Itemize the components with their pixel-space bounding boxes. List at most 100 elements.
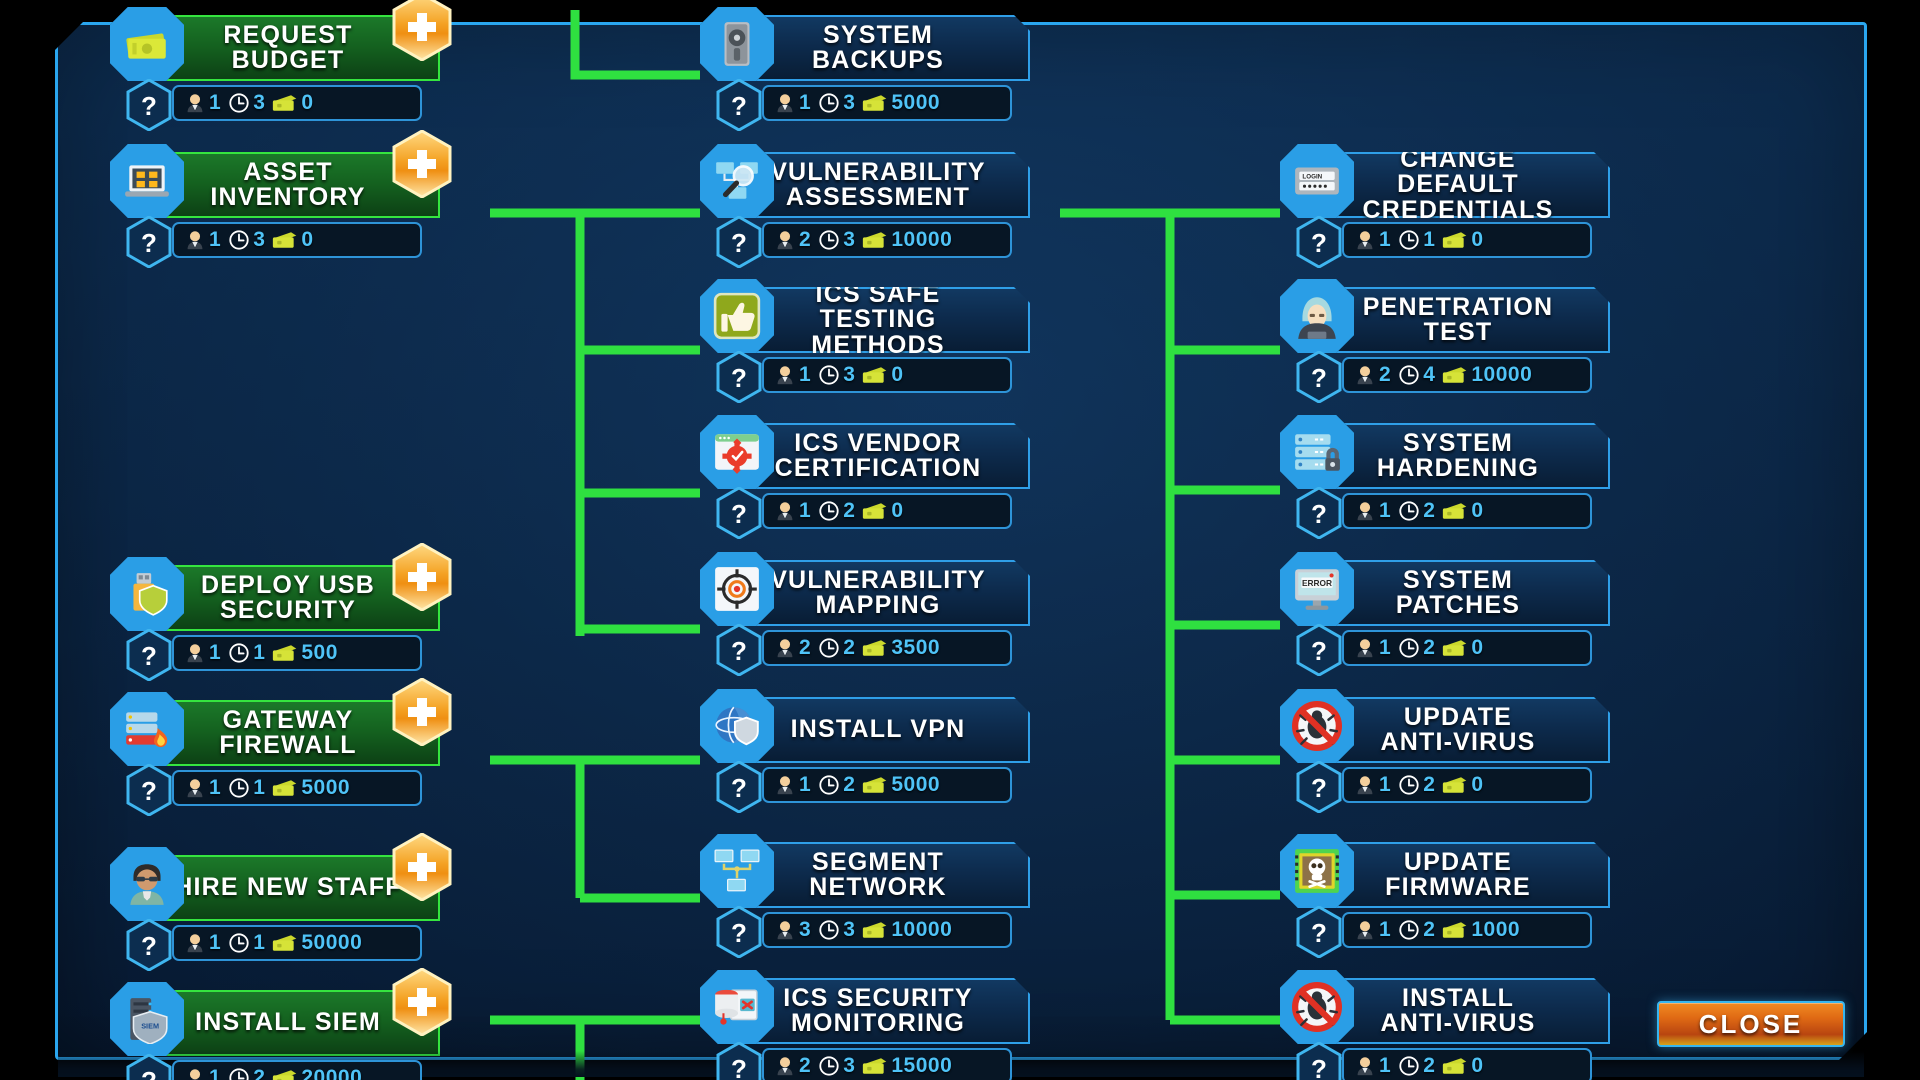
svg-text:?: ? [1311, 228, 1327, 258]
plus-hex-icon[interactable] [392, 967, 452, 1037]
question-hex-icon[interactable]: ? [1296, 623, 1342, 677]
question-hex-icon[interactable]: ? [716, 905, 762, 959]
question-hex-icon[interactable]: ? [126, 763, 172, 817]
stat-cost-value: 500 [301, 641, 338, 664]
tech-card[interactable]: SEGMENT NETWORK ? 3 3 10000 [700, 834, 1030, 959]
tech-card[interactable]: INSTALL SIEM SIEM ? 1 2 20000 [110, 967, 452, 1080]
svg-text:?: ? [731, 918, 747, 948]
question-hex-icon[interactable]: ? [716, 760, 762, 814]
tech-card[interactable]: REQUEST BUDGET ? 1 3 0 [110, 0, 452, 132]
question-hex-icon[interactable]: ? [716, 78, 762, 132]
stat-time: 2 [1398, 773, 1435, 797]
question-hex-icon[interactable]: ? [126, 628, 172, 682]
tech-card[interactable]: SYSTEM PATCHES ERROR ? 1 2 0 [1280, 552, 1610, 677]
question-hex-icon[interactable]: ? [1296, 760, 1342, 814]
question-hex-icon[interactable]: ? [1296, 486, 1342, 540]
question-hex-icon[interactable]: ? [126, 215, 172, 269]
tech-card[interactable]: ICS SECURITY MONITORING ? 2 3 15000 [700, 970, 1030, 1080]
svg-text:ERROR: ERROR [1302, 578, 1332, 588]
crosshair-target-icon [700, 552, 774, 626]
money-icon [272, 1068, 298, 1080]
stat-cost: 0 [1442, 773, 1483, 797]
question-hex-icon[interactable]: ? [716, 350, 762, 404]
tech-card-title: SYSTEM PATCHES [1395, 565, 1521, 619]
close-button[interactable]: CLOSE [1657, 1001, 1845, 1047]
tech-card[interactable]: PENETRATION TEST ? 2 4 10000 [1280, 279, 1610, 404]
tech-card[interactable]: SYSTEM BACKUPS ? 1 3 5000 [700, 7, 1030, 132]
tech-card[interactable]: ICS SAFE TESTING METHODS ? 1 3 0 [700, 279, 1030, 404]
plus-hex-icon[interactable] [392, 129, 452, 199]
tech-card[interactable]: ASSET INVENTORY ? 1 3 0 [110, 129, 452, 269]
stat-time: 3 [818, 228, 855, 252]
tech-card-body[interactable]: INSTALL VPN [738, 697, 1030, 763]
tech-card-title: PENETRATION TEST [1362, 292, 1554, 346]
tech-card[interactable]: HIRE NEW STAFF ? 1 1 50000 [110, 832, 452, 972]
tech-card-body[interactable]: ICS SAFE TESTING METHODS [738, 287, 1030, 353]
question-hex-icon[interactable]: ? [126, 918, 172, 972]
tech-card-stats: 1 3 0 [172, 85, 422, 121]
question-hex-icon[interactable]: ? [1296, 1041, 1342, 1080]
person-icon [774, 92, 796, 114]
stat-time-value: 2 [843, 499, 856, 522]
stat-staff: 2 [774, 228, 811, 252]
tech-card[interactable]: INSTALL ANTI-VIRUS ? 1 2 0 [1280, 970, 1610, 1080]
tech-card-body[interactable]: VULNERABILITY MAPPING [738, 560, 1030, 626]
plus-hex-icon[interactable] [392, 677, 452, 747]
network-topology-icon [700, 834, 774, 908]
tech-card-body[interactable]: SYSTEM PATCHES [1318, 560, 1610, 626]
stat-time-value: 3 [843, 228, 856, 251]
money-icon [862, 365, 888, 385]
question-hex-icon[interactable]: ? [1296, 905, 1342, 959]
svg-text:?: ? [141, 1066, 157, 1080]
plus-hex-icon[interactable] [392, 832, 452, 902]
tech-card[interactable]: VULNERABILITY MAPPING ? 2 2 3500 [700, 552, 1030, 677]
stat-staff-value: 1 [209, 1066, 222, 1080]
stat-staff-value: 1 [1379, 228, 1392, 251]
tech-card-body[interactable]: SEGMENT NETWORK [738, 842, 1030, 908]
svg-text:?: ? [141, 931, 157, 961]
plus-hex-icon[interactable] [392, 542, 452, 612]
tech-card-body[interactable]: ICS SECURITY MONITORING [738, 978, 1030, 1044]
stat-time-value: 3 [253, 91, 266, 114]
svg-text:?: ? [731, 773, 747, 803]
tech-card[interactable]: UPDATE FIRMWARE ? 1 2 1000 [1280, 834, 1610, 959]
tech-card-body[interactable]: SYSTEM HARDENING [1318, 423, 1610, 489]
stat-cost: 0 [1442, 636, 1483, 660]
tech-card[interactable]: GATEWAY FIREWALL ? 1 1 5000 [110, 677, 452, 817]
tech-card-stats: 2 2 3500 [762, 630, 1012, 666]
question-hex-icon[interactable]: ? [716, 1041, 762, 1080]
tech-card[interactable]: CHANGE DEFAULT CREDENTIALS LOGIN ? 1 1 0 [1280, 144, 1610, 269]
money-icon [272, 778, 298, 798]
tech-card[interactable]: SYSTEM HARDENING ? 1 2 0 [1280, 415, 1610, 540]
question-hex-icon[interactable]: ? [126, 78, 172, 132]
tech-card-body[interactable]: UPDATE ANTI-VIRUS [1318, 697, 1610, 763]
stat-cost: 0 [862, 363, 903, 387]
stat-cost: 0 [862, 499, 903, 523]
question-hex-icon[interactable]: ? [1296, 350, 1342, 404]
tech-card-title: INSTALL SIEM [195, 1008, 381, 1037]
tech-card-body[interactable]: VULNERABILITY ASSESSMENT [738, 152, 1030, 218]
question-hex-icon[interactable]: ? [126, 1053, 172, 1080]
tech-card[interactable]: ICS VENDOR CERTIFICATION ? 1 2 0 [700, 415, 1030, 540]
question-hex-icon[interactable]: ? [716, 623, 762, 677]
plus-hex-icon[interactable] [392, 0, 452, 62]
person-icon [774, 774, 796, 796]
tech-card[interactable]: INSTALL VPN ? 1 2 5000 [700, 689, 1030, 814]
stat-cost-value: 5000 [891, 773, 941, 796]
tech-card-body[interactable]: ICS VENDOR CERTIFICATION [738, 423, 1030, 489]
stat-staff-value: 1 [209, 641, 222, 664]
stat-time: 2 [818, 499, 855, 523]
question-hex-icon[interactable]: ? [716, 215, 762, 269]
question-hex-icon[interactable]: ? [1296, 215, 1342, 269]
tech-card-body[interactable]: INSTALL ANTI-VIRUS [1318, 978, 1610, 1044]
tech-card-body[interactable]: UPDATE FIRMWARE [1318, 842, 1610, 908]
tech-card[interactable]: VULNERABILITY ASSESSMENT ? 2 3 10000 [700, 144, 1030, 269]
tech-card-body[interactable]: CHANGE DEFAULT CREDENTIALS [1318, 152, 1610, 218]
tech-card-body[interactable]: SYSTEM BACKUPS [738, 15, 1030, 81]
stat-staff: 2 [774, 636, 811, 660]
tech-card[interactable]: DEPLOY USB SECURITY ? 1 1 500 [110, 542, 452, 682]
tech-card-body[interactable]: PENETRATION TEST [1318, 287, 1610, 353]
svg-text:?: ? [731, 499, 747, 529]
question-hex-icon[interactable]: ? [716, 486, 762, 540]
tech-card[interactable]: UPDATE ANTI-VIRUS ? 1 2 0 [1280, 689, 1610, 814]
